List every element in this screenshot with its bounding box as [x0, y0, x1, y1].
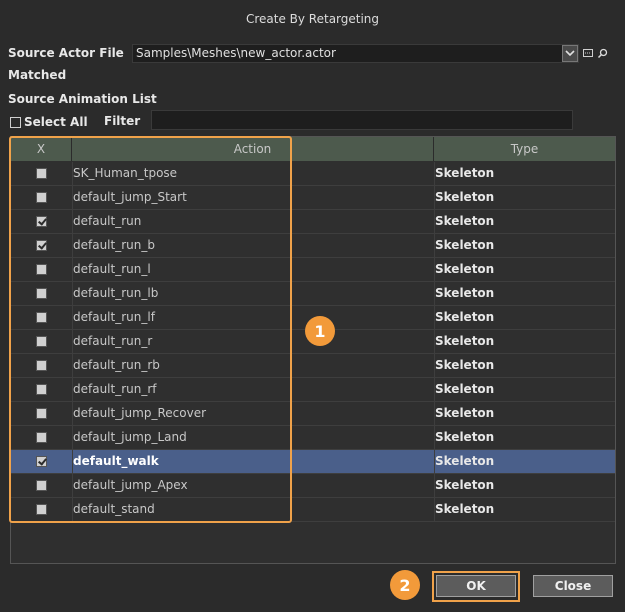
column-header-type[interactable]: Type: [434, 137, 615, 161]
row-type: Skeleton: [434, 210, 616, 233]
source-actor-file-label: Source Actor File: [8, 46, 124, 60]
filter-label: Filter: [104, 114, 141, 128]
annotation-badge-2: 2: [390, 570, 420, 600]
select-all-checkbox[interactable]: Select All: [10, 115, 88, 129]
source-actor-file-field[interactable]: Samples\Meshes\new_actor.actor: [132, 44, 579, 63]
row-type: Skeleton: [434, 186, 616, 209]
row-type: Skeleton: [434, 498, 616, 521]
select-all-label: Select All: [24, 115, 88, 129]
browse-icon[interactable]: [582, 47, 594, 59]
dialog-title: Create By Retargeting: [245, 12, 380, 26]
source-dropdown-button[interactable]: [562, 45, 578, 62]
row-type: Skeleton: [434, 474, 616, 497]
annotation-highlight-checklist: [9, 136, 292, 523]
select-all-box[interactable]: [10, 116, 21, 128]
search-icon[interactable]: [596, 47, 608, 59]
row-type: Skeleton: [434, 234, 616, 257]
row-type: Skeleton: [434, 450, 616, 473]
row-type: Skeleton: [434, 330, 616, 353]
close-button[interactable]: Close: [533, 575, 613, 597]
ok-button[interactable]: OK: [436, 575, 516, 597]
row-type: Skeleton: [434, 306, 616, 329]
filter-input[interactable]: [151, 110, 573, 130]
row-type: Skeleton: [434, 378, 616, 401]
row-type: Skeleton: [434, 162, 616, 185]
chevron-down-icon: [565, 50, 575, 57]
row-type: Skeleton: [434, 258, 616, 281]
row-type: Skeleton: [434, 354, 616, 377]
row-type: Skeleton: [434, 402, 616, 425]
row-type: Skeleton: [434, 282, 616, 305]
row-type: Skeleton: [434, 426, 616, 449]
source-animation-list-label: Source Animation List: [8, 92, 157, 106]
match-status: Matched: [8, 68, 67, 82]
annotation-badge-1: 1: [305, 316, 335, 346]
